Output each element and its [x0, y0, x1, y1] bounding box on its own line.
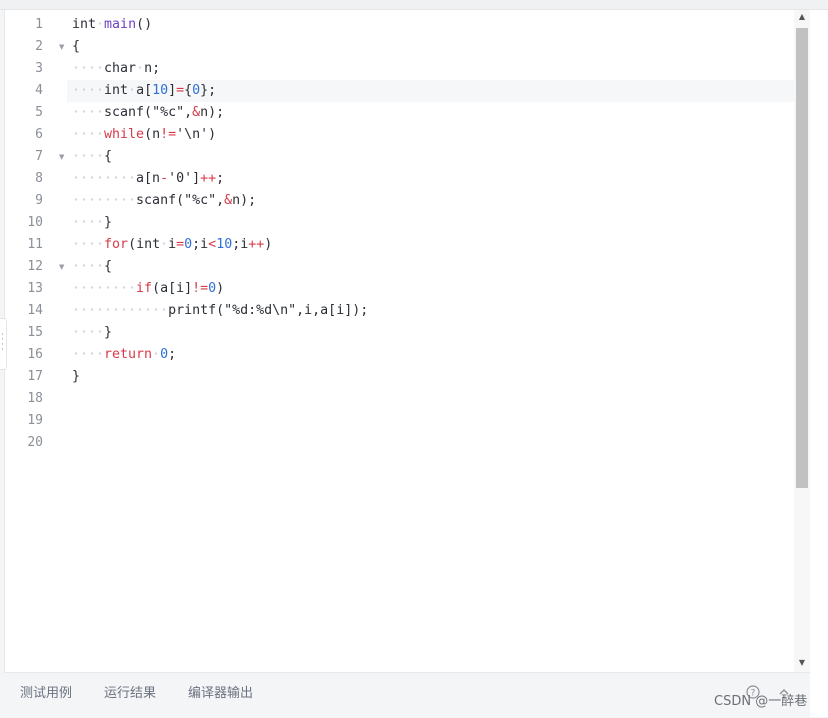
- tab-compiler-output[interactable]: 编译器输出: [188, 685, 253, 703]
- line-number: 2: [35, 39, 43, 54]
- code-line[interactable]: int·main(): [67, 14, 795, 36]
- code-line[interactable]: ····scanf("%c",&n);: [67, 102, 795, 124]
- line-number: 10: [27, 215, 43, 230]
- code-line[interactable]: ········if(a[i]!=0): [67, 278, 795, 300]
- code-line[interactable]: ····{: [67, 256, 795, 278]
- triangle-down-icon[interactable]: ▼: [797, 658, 807, 670]
- line-number: 7: [35, 149, 43, 164]
- code-line[interactable]: ····}: [67, 322, 795, 344]
- code-line[interactable]: ····}: [67, 212, 795, 234]
- code-editor[interactable]: 1 2 ▼ 3 4 5 6 7 ▼ 8 9 10 11 12 ▼ 13 14 1…: [4, 10, 795, 672]
- tab-test-cases[interactable]: 测试用例: [20, 685, 72, 703]
- code-line[interactable]: ····for(int·i=0;i<10;i++): [67, 234, 795, 256]
- line-number: 17: [27, 369, 43, 384]
- line-number: 5: [35, 105, 43, 120]
- line-number: 9: [35, 193, 43, 208]
- line-number: 13: [27, 281, 43, 296]
- fold-arrow-icon[interactable]: ▼: [59, 36, 64, 58]
- fold-arrow-icon[interactable]: ▼: [59, 256, 64, 278]
- scrollbar-thumb[interactable]: [796, 28, 808, 488]
- fold-arrow-icon[interactable]: ▼: [59, 146, 64, 168]
- line-number: 11: [27, 237, 43, 252]
- triangle-up-icon[interactable]: ▲: [797, 12, 807, 24]
- line-number: 18: [27, 391, 43, 406]
- code-line-active[interactable]: ····int·a[10]={0};: [67, 80, 795, 102]
- line-number: 6: [35, 127, 43, 142]
- code-line[interactable]: [67, 388, 795, 410]
- line-number: 12: [27, 259, 43, 274]
- line-number: 15: [27, 325, 43, 340]
- editor-top-bar: [0, 0, 828, 10]
- line-number: 14: [27, 303, 43, 318]
- line-number: 19: [27, 413, 43, 428]
- code-line[interactable]: ····while(n!='\n'): [67, 124, 795, 146]
- code-line[interactable]: ········a[n-'0']++;: [67, 168, 795, 190]
- code-line[interactable]: {: [67, 36, 795, 58]
- bottom-panel-tabs: 测试用例 运行结果 编译器输出 ?: [4, 672, 810, 718]
- code-line[interactable]: ············printf("%d:%d\n",i,a[i]);: [67, 300, 795, 322]
- code-line[interactable]: [67, 432, 795, 454]
- watermark: CSDN @一醉巷: [714, 694, 808, 709]
- line-number: 20: [27, 435, 43, 450]
- line-number: 8: [35, 171, 43, 186]
- code-line[interactable]: }: [67, 366, 795, 388]
- tab-run-result[interactable]: 运行结果: [104, 685, 156, 703]
- right-edge: [810, 10, 828, 717]
- line-number: 3: [35, 61, 43, 76]
- code-line[interactable]: [67, 410, 795, 432]
- line-number-gutter: 1 2 ▼ 3 4 5 6 7 ▼ 8 9 10 11 12 ▼ 13 14 1…: [5, 10, 67, 672]
- drag-handle-icon[interactable]: · · · ·: [0, 318, 7, 370]
- code-line[interactable]: ····{: [67, 146, 795, 168]
- code-line[interactable]: ····char·n;: [67, 58, 795, 80]
- line-number: 1: [35, 17, 43, 32]
- vertical-scrollbar[interactable]: ▲ ▼: [794, 10, 810, 672]
- code-line[interactable]: ········scanf("%c",&n);: [67, 190, 795, 212]
- code-line[interactable]: ····return·0;: [67, 344, 795, 366]
- line-number: 16: [27, 347, 43, 362]
- line-number: 4: [35, 83, 43, 98]
